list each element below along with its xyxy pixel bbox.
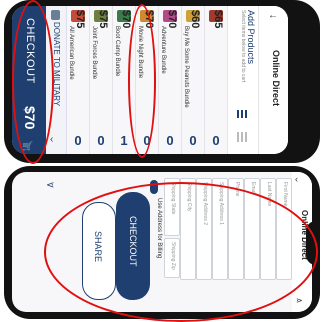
add-products-section: Add Products Select items below to add t… [228, 6, 259, 154]
product-price: $70 [120, 10, 132, 29]
list-view-icon[interactable] [237, 110, 247, 118]
cart-screen: CHECKOUT $70 🛒 DONATE TO MILITARY ‹ $75 … [12, 6, 288, 154]
email-field[interactable]: Email [244, 178, 260, 280]
product-row[interactable]: $70 Movie Night Bundle 0 [136, 6, 159, 154]
cart-icon: 🛒 [22, 141, 34, 151]
add-products-title: Add Products [246, 10, 256, 65]
shipping-screen: ⋖ SHARE CHECKOUT Use Address for Billing… [12, 172, 312, 312]
shipping-zip-field[interactable]: Shipping Zip [164, 238, 180, 278]
product-qty[interactable]: 0 [205, 133, 227, 148]
product-row[interactable]: $60 Buy Me Some Peanuts Bundle 0 [182, 6, 205, 154]
product-price: $65 [212, 10, 224, 29]
grid-view-icon[interactable] [237, 132, 247, 142]
camera-notch [306, 221, 320, 266]
product-name: Boot Camp Bundle [114, 26, 120, 77]
product-name: All American Bundle [68, 26, 74, 80]
checkout-bar[interactable]: CHECKOUT $70 🛒 [12, 6, 46, 154]
ribbon-icon [51, 10, 60, 20]
product-name: Buy Me Some Peanuts Bundle [183, 26, 189, 108]
billing-toggle[interactable] [150, 180, 158, 194]
shipping-address-2-field[interactable]: Shipping Address 2 [196, 178, 212, 280]
add-products-subtitle: Select items below to add to cart [240, 10, 246, 83]
first-name-field[interactable]: First Name [276, 178, 292, 280]
field-label: Shipping State [170, 182, 176, 215]
field-label: Shipping Zip [170, 242, 176, 270]
product-row[interactable]: $75 Joint Forces Bundle 0 [90, 6, 113, 154]
product-price: $75 [74, 10, 86, 29]
product-qty[interactable]: 1 [113, 133, 135, 148]
product-qty[interactable]: 0 [90, 133, 112, 148]
share-icon[interactable]: ⋗ [296, 296, 303, 305]
product-price: $75 [97, 10, 109, 29]
shipping-address-1-field[interactable]: Shipping Address 1 [212, 178, 228, 280]
field-label: Email [250, 182, 256, 195]
chevron-left-icon: ‹ [50, 134, 54, 145]
product-name: Joint Forces Bundle [91, 26, 97, 80]
checkout-button[interactable]: CHECKOUT [116, 192, 150, 300]
field-label: Last Name [266, 182, 272, 207]
phone-field[interactable]: Phone [228, 178, 244, 280]
donate-strip[interactable]: DONATE TO MILITARY ‹ [46, 6, 67, 154]
field-label: First Name [282, 182, 288, 207]
product-name: Adventure Bundle [160, 26, 166, 74]
product-name: Movie Night Bundle [137, 26, 143, 79]
cart-total: $70 [22, 106, 38, 130]
product-qty[interactable]: 0 [159, 133, 181, 148]
field-label: Shipping Address 1 [218, 182, 224, 226]
bottom-phone: ⋖ SHARE CHECKOUT Use Address for Billing… [4, 166, 320, 319]
checkout-label: CHECKOUT [24, 18, 36, 84]
field-label: Phone [234, 182, 240, 197]
checkout-button-label: CHECKOUT [128, 216, 138, 267]
share-icon[interactable]: ⋖ [46, 180, 54, 191]
donate-label: DONATE TO MILITARY [52, 22, 61, 107]
last-name-field[interactable]: Last Name [260, 178, 276, 280]
field-label: Shipping Address 2 [202, 182, 208, 226]
product-qty[interactable]: 0 [182, 133, 204, 148]
share-button-label: SHARE [93, 231, 103, 263]
product-row[interactable]: $75 All American Bundle 0 [67, 6, 90, 154]
camera-notch [306, 55, 320, 106]
billing-toggle-label: Use Address for Billing [156, 198, 162, 259]
product-price: $70 [166, 10, 178, 29]
product-qty[interactable]: 0 [136, 133, 158, 148]
back-arrow-icon[interactable]: ‹ [295, 174, 298, 184]
back-arrow-icon[interactable]: ← [268, 10, 278, 21]
product-row[interactable]: $70 Adventure Bundle 0 [159, 6, 182, 154]
product-row[interactable]: $65 0 [205, 6, 228, 154]
product-price: $70 [143, 10, 155, 29]
page-title: Online Direct [271, 50, 281, 107]
shipping-state-field[interactable]: Shipping State [164, 178, 180, 236]
top-header: ← Online Direct [259, 6, 288, 154]
field-label: Shipping City [186, 182, 192, 212]
product-row[interactable]: $70 Boot Camp Bundle 1 [113, 6, 136, 154]
product-price: $60 [189, 10, 201, 29]
product-qty[interactable]: 0 [67, 133, 89, 148]
top-phone: CHECKOUT $70 🛒 DONATE TO MILITARY ‹ $75 … [4, 0, 320, 163]
shipping-city-field[interactable]: Shipping City [180, 178, 196, 280]
share-button[interactable]: SHARE [82, 202, 116, 300]
